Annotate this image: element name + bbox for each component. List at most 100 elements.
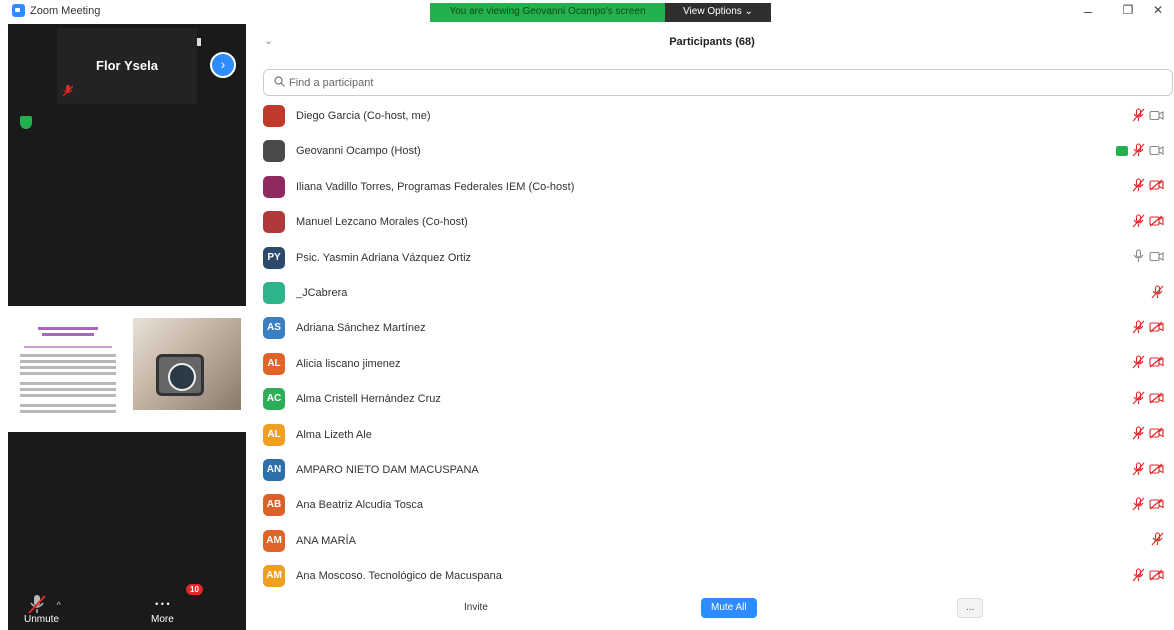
mic-off-icon[interactable] [1151,284,1164,302]
zoom-logo-icon [12,4,25,17]
participant-name: Geovanni Ocampo (Host) [296,145,421,158]
avatar: PY [263,246,285,269]
video-tile[interactable]: Flor Ysela [57,28,201,104]
mic-off-icon[interactable] [1132,107,1145,125]
slide-text-line [20,394,116,397]
more-button[interactable]: • • • More [151,594,174,625]
view-options-button[interactable]: View Options ⌄ [665,3,771,22]
mic-icon[interactable] [1132,249,1145,266]
slide-text-line [20,404,116,407]
mic-off-icon[interactable] [1132,461,1145,479]
signal-icon [197,38,201,46]
participant-status [1132,213,1164,231]
avatar [263,211,285,234]
notification-badge: 10 [186,584,203,595]
invite-button[interactable]: Invite [454,598,498,618]
participant-name: Psic. Yasmin Adriana Vázquez Ortiz [296,251,472,264]
minimize-button[interactable]: – [1078,3,1098,19]
participant-row[interactable]: AM Ana Moscoso. Tecnológico de Macuspana [250,559,1174,594]
shield-icon[interactable] [20,116,32,129]
participant-status [1132,390,1164,408]
participant-row[interactable]: Iliana Vadillo Torres, Programas Federal… [250,170,1174,205]
camera-off-icon [1149,463,1164,478]
participant-row[interactable]: Manuel Lezcano Morales (Co-host) [250,205,1174,240]
video-panel: Flor Ysela › ^ Unmute • • • More 10 [8,24,246,630]
participant-status [1132,567,1164,585]
avatar: AS [263,317,285,340]
mic-off-icon: ^ [24,594,61,614]
participant-name: Alma Lizeth Ale [296,428,372,441]
close-button[interactable]: ✕ [1148,3,1168,17]
more-options-button[interactable]: ... [957,598,984,618]
participant-row[interactable]: AN AMPARO NIETO DAM MACUSPANA [250,453,1174,488]
participant-name: Adriana Sánchez Martínez [296,322,426,335]
participant-name: Iliana Vadillo Torres, Programas Federal… [296,180,575,193]
participant-status [1132,355,1164,373]
avatar [263,105,285,127]
mic-off-icon[interactable] [1132,355,1145,372]
camera-off-icon [1149,179,1164,194]
participant-name: Ana Moscoso. Tecnológico de Macuspana [296,570,502,583]
slide-text-line [20,388,116,391]
camera-off-icon [1149,498,1164,513]
participant-row[interactable]: AM ANA MARÍA [250,524,1174,559]
participant-row[interactable]: Diego Garcia (Co-host, me) [250,99,1174,134]
search-icon [274,75,285,90]
mic-off-icon[interactable] [1132,391,1145,408]
more-dots-icon: • • • [155,599,170,609]
avatar: AM [263,529,285,552]
shared-screen-thumbnail[interactable] [8,306,246,432]
slide-tv-image [156,354,204,396]
camera-icon [1149,250,1164,265]
participants-footer: Invite Mute All ... [250,594,1174,630]
participant-row[interactable]: Geovanni Ocampo (Host) [250,134,1174,169]
mic-off-icon[interactable] [1132,320,1145,337]
unmute-label: Unmute [24,614,60,625]
participant-row[interactable]: AS Adriana Sánchez Martínez [250,311,1174,346]
participant-status [1116,142,1164,160]
avatar: AC [263,388,285,411]
participant-row[interactable]: AB Ana Beatriz Alcudia Tosca [250,488,1174,523]
participant-name: ANA MARÍA [296,534,356,547]
next-page-button[interactable]: › [210,52,236,78]
participant-row[interactable]: AL Alicia liscano jimenez [250,347,1174,382]
mic-off-icon[interactable] [1132,214,1145,231]
avatar: AL [263,423,285,446]
participant-search[interactable] [263,69,1173,96]
slide-text-line [20,360,116,363]
participants-header: ⌄ Participants (68) [250,24,1174,64]
participant-row[interactable]: AC Alma Cristell Hernández Cruz [250,382,1174,417]
avatar: AM [263,565,285,588]
participants-title: Participants (68) [669,36,755,48]
participant-name: Manuel Lezcano Morales (Co-host) [296,216,468,229]
avatar [263,140,285,163]
participant-row[interactable]: _JCabrera [250,276,1174,311]
mic-off-icon[interactable] [1132,426,1145,443]
slide-text-line [20,366,116,369]
mic-off-icon[interactable] [1132,143,1145,160]
participant-status [1132,496,1164,514]
mic-off-icon[interactable] [1132,568,1145,585]
unmute-button[interactable]: ^ Unmute [24,594,61,625]
avatar [263,175,285,198]
participant-name: Alma Cristell Hernández Cruz [296,393,441,406]
mute-all-button[interactable]: Mute All [701,598,757,618]
participant-row[interactable]: AL Alma Lizeth Ale [250,418,1174,453]
participant-status [1151,532,1164,550]
camera-off-icon [1149,356,1164,371]
mic-off-icon[interactable] [1151,532,1164,549]
camera-off-icon [1149,215,1164,230]
slide-text-line [20,410,116,413]
share-message: You are viewing Geovanni Ocampo's screen [430,3,665,22]
mic-off-icon[interactable] [1132,497,1145,514]
mic-off-icon[interactable] [1132,178,1145,195]
participant-row[interactable]: PY Psic. Yasmin Adriana Vázquez Ortiz [250,241,1174,276]
participant-status [1151,284,1164,302]
participant-status [1132,107,1164,125]
search-input[interactable] [289,76,589,89]
restore-button[interactable]: ❐ [1118,3,1138,17]
participant-name: _JCabrera [296,287,348,299]
window-title: Zoom Meeting [30,4,101,17]
slide-title-graphic [20,326,116,345]
meeting-controls: ^ Unmute • • • More 10 [8,584,246,630]
